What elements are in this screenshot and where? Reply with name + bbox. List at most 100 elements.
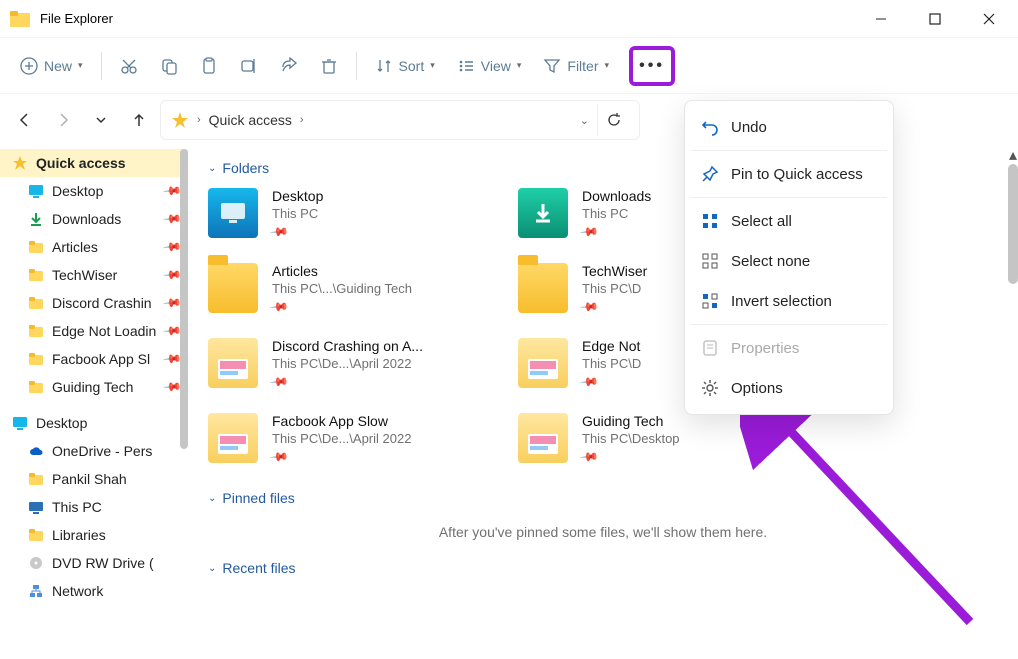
menu-label: Invert selection xyxy=(731,293,832,310)
sidebar-item[interactable]: Pankil Shah xyxy=(0,465,188,493)
menu-select-none[interactable]: Select none xyxy=(685,241,893,281)
sidebar-item-label: Desktop xyxy=(52,183,103,199)
folder-icon xyxy=(28,239,44,255)
scrollbar-thumb[interactable] xyxy=(1008,164,1018,284)
new-label: New xyxy=(44,58,72,74)
tile-path: This PC xyxy=(272,206,323,221)
up-button[interactable] xyxy=(122,103,156,137)
section-label: Folders xyxy=(222,160,269,176)
sort-button[interactable]: Sort ▾ xyxy=(367,51,443,81)
tile-name: Desktop xyxy=(272,188,323,204)
rename-icon xyxy=(240,57,258,75)
sidebar-item-label: Articles xyxy=(52,239,98,255)
breadcrumb[interactable]: Quick access xyxy=(209,112,292,128)
sort-icon xyxy=(375,57,393,75)
trash-icon xyxy=(320,57,338,75)
tile-path: This PC\D xyxy=(582,356,641,371)
folder-tile[interactable]: Facbook App Slow This PC\De...\April 2022… xyxy=(208,413,468,466)
copy-button[interactable] xyxy=(152,51,186,81)
sidebar-item[interactable]: Desktop📌 xyxy=(0,177,188,205)
folder-tile[interactable]: ArticlesThis PC\...\Guiding Tech📌 xyxy=(208,263,468,316)
menu-options[interactable]: Options xyxy=(685,368,893,408)
tile-path: This PC\...\Guiding Tech xyxy=(272,281,412,296)
folder-tile[interactable]: Guiding TechThis PC\Desktop📌 xyxy=(518,413,778,466)
address-bar[interactable]: › Quick access › ⌄ xyxy=(160,100,640,140)
sidebar-item[interactable]: Facbook App Sl📌 xyxy=(0,345,188,373)
folder-tile[interactable]: Desktop This PC📌 xyxy=(208,188,468,241)
tile-name: Facbook App Slow xyxy=(272,413,411,429)
filter-button[interactable]: Filter ▾ xyxy=(535,51,617,81)
sidebar-item[interactable]: Discord Crashin📌 xyxy=(0,289,188,317)
folder-tile[interactable]: Discord Crashing on A...This PC\De...\Ap… xyxy=(208,338,468,391)
star-icon xyxy=(171,111,189,129)
menu-undo[interactable]: Undo xyxy=(685,107,893,147)
sidebar-item-desktop-root[interactable]: Desktop xyxy=(0,409,188,437)
chevron-down-icon[interactable]: ⌄ xyxy=(580,114,589,127)
view-icon xyxy=(457,57,475,75)
clipboard-icon xyxy=(200,57,218,75)
pin-icon: 📌 xyxy=(579,372,599,392)
sidebar-item-label: Facbook App Sl xyxy=(52,351,150,367)
command-toolbar: New ▾ Sort ▾ View ▾ Filter ▾ ••• xyxy=(0,38,1018,94)
folder-icon xyxy=(28,323,44,339)
sidebar-item-label: Network xyxy=(52,583,103,599)
pin-icon: 📌 xyxy=(269,222,289,242)
tile-path: This PC\Desktop xyxy=(582,431,680,446)
sidebar-item[interactable]: OneDrive - Pers xyxy=(0,437,188,465)
monitor-icon xyxy=(12,415,28,431)
sidebar-item-quick-access[interactable]: Quick access xyxy=(0,149,188,177)
sidebar-item-label: Quick access xyxy=(36,155,126,171)
rename-button[interactable] xyxy=(232,51,266,81)
new-button[interactable]: New ▾ xyxy=(12,51,91,81)
sidebar-item[interactable]: Libraries xyxy=(0,521,188,549)
menu-label: Undo xyxy=(731,119,767,136)
menu-select-all[interactable]: Select all xyxy=(685,201,893,241)
section-pinned[interactable]: ⌄ Pinned files xyxy=(208,490,998,506)
gear-icon xyxy=(701,379,719,397)
pin-icon: 📌 xyxy=(579,222,599,242)
sidebar-item[interactable]: TechWiser📌 xyxy=(0,261,188,289)
forward-button[interactable] xyxy=(46,103,80,137)
folder-icon xyxy=(28,267,44,283)
sidebar-item-label: Downloads xyxy=(52,211,121,227)
pin-icon: 📌 xyxy=(269,447,289,467)
dvd-icon xyxy=(28,555,44,571)
maximize-button[interactable] xyxy=(908,0,962,38)
menu-invert-selection[interactable]: Invert selection xyxy=(685,281,893,321)
pin-icon: 📌 xyxy=(579,297,599,317)
paste-button[interactable] xyxy=(192,51,226,81)
close-button[interactable] xyxy=(962,0,1016,38)
content-scrollbar[interactable]: ▴ xyxy=(1008,146,1018,659)
recent-locations-button[interactable] xyxy=(84,103,118,137)
scroll-up-icon[interactable]: ▴ xyxy=(1008,146,1018,164)
scrollbar-thumb[interactable] xyxy=(180,149,188,449)
delete-button[interactable] xyxy=(312,51,346,81)
section-recent[interactable]: ⌄ Recent files xyxy=(208,560,998,576)
net-icon xyxy=(28,583,44,599)
tile-path: This PC xyxy=(582,206,651,221)
chevron-down-icon: ⌄ xyxy=(208,563,216,574)
sidebar-item[interactable]: This PC xyxy=(0,493,188,521)
more-button[interactable]: ••• xyxy=(629,46,675,86)
sidebar-item-label: Edge Not Loadin xyxy=(52,323,156,339)
select-none-icon xyxy=(701,252,719,270)
chevron-down-icon: ⌄ xyxy=(208,493,216,504)
sidebar-item[interactable]: Edge Not Loadin📌 xyxy=(0,317,188,345)
sidebar-item[interactable]: Network xyxy=(0,577,188,605)
menu-pin[interactable]: Pin to Quick access xyxy=(685,154,893,194)
view-button[interactable]: View ▾ xyxy=(449,51,530,81)
share-button[interactable] xyxy=(272,51,306,81)
folder-icon xyxy=(28,379,44,395)
folder-icon xyxy=(28,471,44,487)
menu-properties: Properties xyxy=(685,328,893,368)
sidebar-item[interactable]: DVD RW Drive ( xyxy=(0,549,188,577)
sidebar-item[interactable]: Guiding Tech📌 xyxy=(0,373,188,401)
cut-button[interactable] xyxy=(112,51,146,81)
back-button[interactable] xyxy=(8,103,42,137)
sidebar-item-label: OneDrive - Pers xyxy=(52,443,152,459)
minimize-button[interactable] xyxy=(854,0,908,38)
sidebar-item[interactable]: Articles📌 xyxy=(0,233,188,261)
tile-path: This PC\De...\April 2022 xyxy=(272,431,411,446)
refresh-button[interactable] xyxy=(597,104,629,136)
sidebar-item[interactable]: Downloads📌 xyxy=(0,205,188,233)
